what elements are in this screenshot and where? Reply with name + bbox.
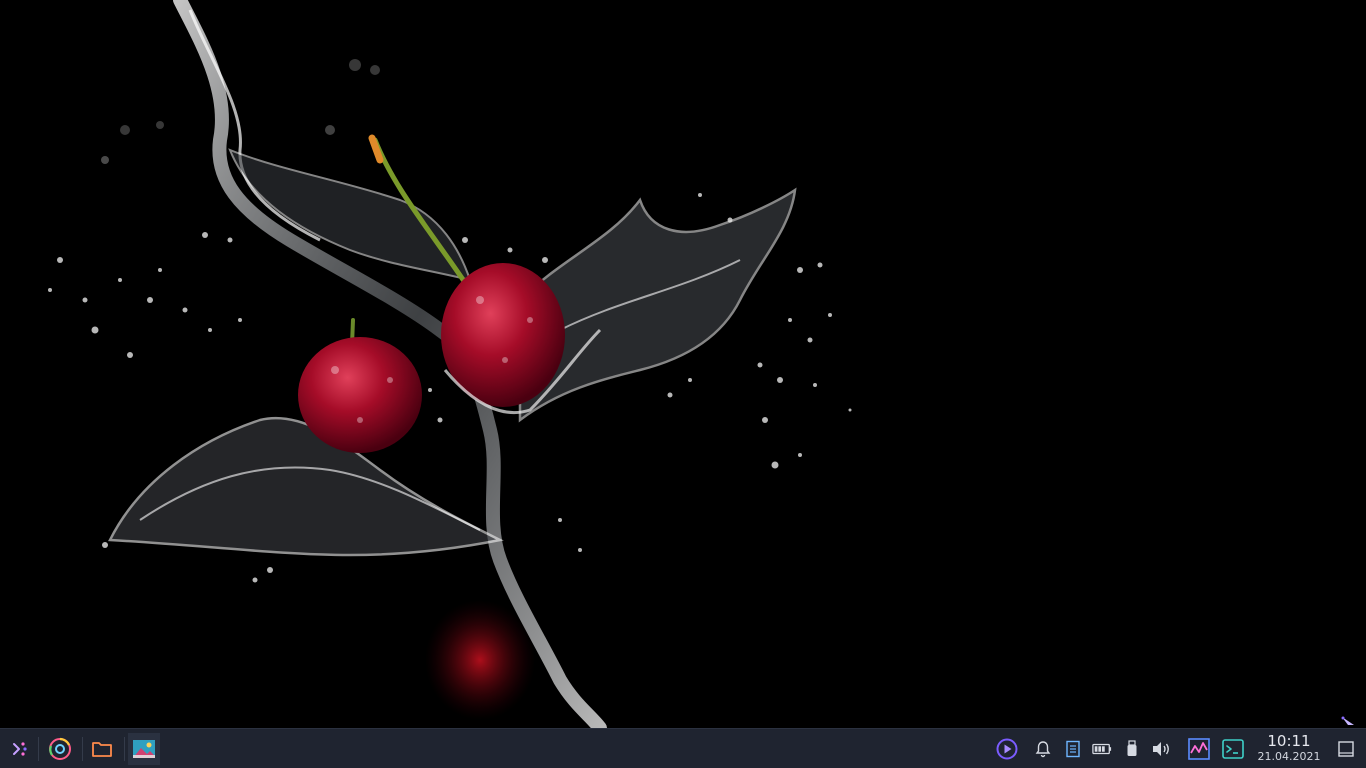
speaker-icon[interactable] [1151,739,1171,759]
wallpaper-image [48,0,852,728]
terminal-icon[interactable] [1222,738,1244,760]
app-launcher-icon[interactable] [4,733,36,765]
usb-icon[interactable] [1122,739,1142,759]
clock-date: 21.04.2021 [1257,750,1321,763]
media-play-icon[interactable] [996,738,1018,760]
clipboard-icon[interactable] [1063,739,1083,759]
taskbar-separator [82,737,83,761]
clock-time: 10:11 [1267,732,1311,750]
cursor-corner-icon [1341,716,1354,725]
system-monitor-icon[interactable] [1188,738,1210,760]
chrome-icon[interactable] [44,733,76,765]
taskbar-separator [38,737,39,761]
folder-icon[interactable] [86,733,118,765]
battery-icon[interactable] [1092,739,1112,759]
bell-icon[interactable] [1033,739,1053,759]
taskbar-separator [124,737,125,761]
image-viewer-icon[interactable] [128,733,160,765]
show-desktop-icon[interactable] [1336,739,1356,759]
clock[interactable]: 10:11 21.04.2021 [1252,732,1326,766]
desktop[interactable] [0,0,1366,728]
taskbar: 10:11 21.04.2021 [0,728,1366,768]
